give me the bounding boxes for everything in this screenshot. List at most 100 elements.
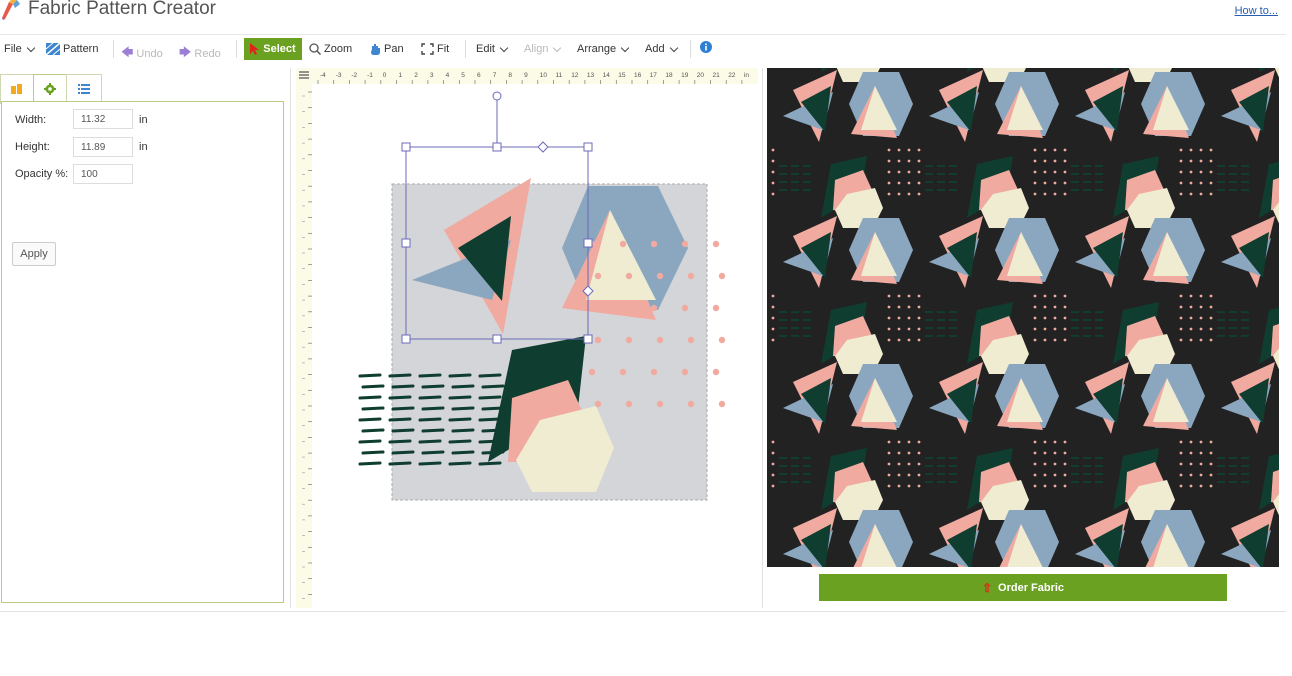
order-fabric-button[interactable]: ⇧ Order Fabric: [819, 574, 1227, 601]
preview-dot: [1053, 327, 1057, 331]
green-dash: [478, 417, 502, 422]
ruler-tick-label: 5: [461, 72, 465, 79]
add-menu[interactable]: Add: [645, 43, 679, 55]
preview-dot: [907, 305, 911, 309]
green-dash: [388, 395, 412, 400]
preview-dot: [1179, 294, 1183, 298]
arrange-menu[interactable]: Arrange: [577, 43, 630, 55]
width-field[interactable]: 11.32: [73, 109, 133, 129]
redo-button[interactable]: 🡆 Redo: [179, 43, 221, 64]
fit-icon: [421, 43, 434, 55]
pan-label: Pan: [384, 43, 404, 55]
preview-dot: [1053, 473, 1057, 477]
green-dash: [448, 395, 472, 400]
opacity-field[interactable]: 100: [73, 164, 133, 184]
preview-dot: [897, 305, 901, 309]
pink-dot: [588, 368, 596, 376]
tab-layers[interactable]: [0, 74, 34, 104]
preview-dot: [1199, 181, 1203, 185]
preview-dot: [917, 338, 921, 342]
preview-dot: [1189, 451, 1193, 455]
preview-dot: [1179, 170, 1183, 174]
pink-dot: [681, 240, 689, 248]
ruler-tick-label: 21: [713, 72, 721, 79]
redo-label: Redo: [194, 47, 221, 60]
skew-handle[interactable]: [537, 141, 549, 153]
resize-handle[interactable]: [492, 334, 502, 344]
splitter[interactable]: [762, 68, 763, 608]
rotate-handle[interactable]: [492, 91, 502, 101]
edit-menu-label: Edit: [476, 43, 495, 55]
preview-dot: [1199, 484, 1203, 488]
pink-dot: [588, 304, 596, 312]
preview-dot: [771, 327, 775, 331]
preview-dot: [897, 316, 901, 320]
info-icon[interactable]: [700, 41, 712, 53]
preview-dot: [1033, 473, 1037, 477]
preview-dot: [1209, 192, 1213, 196]
preview-dot: [771, 159, 775, 163]
undo-button[interactable]: 🡄 Undo: [121, 43, 163, 64]
tab-list[interactable]: [66, 74, 102, 104]
preview-dot: [1033, 170, 1037, 174]
preview-dot: [1033, 316, 1037, 320]
green-dash: [478, 461, 502, 466]
pattern-icon: [46, 43, 60, 55]
ruler-tick-label: 11: [556, 72, 563, 79]
resize-handle[interactable]: [583, 238, 593, 248]
pink-dot: [718, 400, 726, 408]
preview-dot: [1053, 170, 1057, 174]
ruler-tick-label: 22: [728, 72, 736, 79]
preview-dot: [917, 316, 921, 320]
preview-dot: [1053, 484, 1057, 488]
apply-button[interactable]: Apply: [12, 242, 56, 266]
preview-dot: [1043, 170, 1047, 174]
pattern-button[interactable]: Pattern: [46, 43, 98, 55]
splitter[interactable]: [290, 68, 291, 608]
tab-settings[interactable]: [33, 74, 67, 104]
resize-handle[interactable]: [492, 142, 502, 152]
height-field[interactable]: 11.89: [73, 137, 133, 157]
ruler-tick-label: 2: [414, 72, 418, 79]
select-tool-button[interactable]: Select: [244, 38, 302, 60]
pattern-label: Pattern: [63, 43, 99, 55]
preview-dot: [1033, 327, 1037, 331]
resize-handle[interactable]: [401, 334, 411, 344]
preview-dot: [1053, 316, 1057, 320]
preview-dot: [897, 462, 901, 466]
align-menu[interactable]: Align: [524, 43, 562, 55]
design-canvas[interactable]: -4 -3 -2 -1 0 1 2 3 4 5 6 7 8 9 10 11 12 13 14 15 16 17 18 19 20…: [296, 68, 758, 608]
preview-dot: [897, 327, 901, 331]
resize-handle[interactable]: [583, 142, 593, 152]
preview-dot: [1189, 316, 1193, 320]
pink-dot: [650, 368, 658, 376]
list-icon: [78, 84, 90, 94]
preview-dot: [1199, 170, 1203, 174]
pink-dot: [619, 240, 627, 248]
preview-dot: [917, 159, 921, 163]
resize-handle[interactable]: [583, 334, 593, 344]
preview-dot: [887, 305, 891, 309]
resize-handle[interactable]: [401, 142, 411, 152]
file-menu[interactable]: File: [4, 43, 36, 55]
preview-dot: [907, 294, 911, 298]
preview-dot: [1189, 462, 1193, 466]
preview-dot: [771, 473, 775, 477]
preview-dot: [1043, 148, 1047, 152]
width-unit: in: [139, 114, 148, 126]
zoom-tool-button[interactable]: Zoom: [309, 43, 352, 55]
edit-menu[interactable]: Edit: [476, 43, 509, 55]
ruler-tick-label: 13: [587, 72, 595, 79]
preview-dot: [887, 294, 891, 298]
green-dash: [448, 461, 472, 466]
preview-dot: [1063, 170, 1067, 174]
resize-handle[interactable]: [401, 238, 411, 248]
preview-dot: [1033, 462, 1037, 466]
fit-tool-button[interactable]: Fit: [421, 43, 449, 55]
preview-dot: [1179, 462, 1183, 466]
pan-tool-button[interactable]: Pan: [370, 43, 404, 55]
ruler-tick-label: in: [744, 72, 749, 79]
how-to-link[interactable]: How to...: [1235, 5, 1278, 17]
preview-dot: [1179, 316, 1183, 320]
preview-dot: [1199, 159, 1203, 163]
